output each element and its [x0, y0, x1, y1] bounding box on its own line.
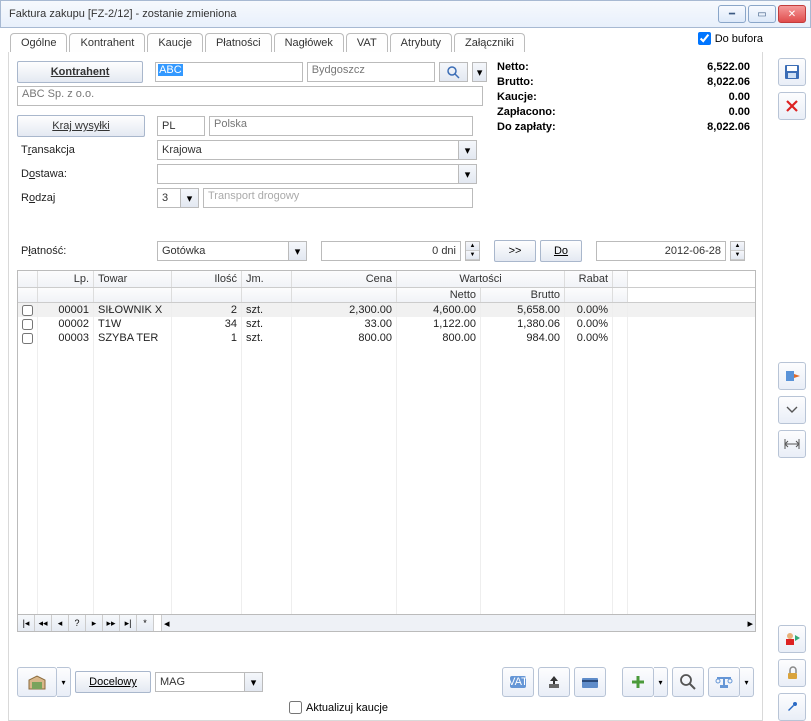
- resize-width-icon[interactable]: [778, 430, 806, 458]
- col-netto[interactable]: Netto: [397, 288, 481, 302]
- add-dropdown[interactable]: ▾: [654, 667, 668, 697]
- country-name: Polska: [209, 116, 473, 136]
- dostawa-label: Dostawa:: [17, 168, 145, 180]
- scale-dropdown[interactable]: ▾: [740, 667, 754, 697]
- brutto-label: Brutto:: [497, 75, 534, 90]
- pin-icon[interactable]: [778, 693, 806, 721]
- tab-ogolne[interactable]: Ogólne: [10, 33, 67, 52]
- warehouse-dropdown[interactable]: ▾: [57, 667, 71, 697]
- table-row[interactable]: 00001 SIŁOWNIK X 2 szt. 2,300.00 4,600.0…: [18, 303, 755, 317]
- card-icon[interactable]: [574, 667, 606, 697]
- minimize-button[interactable]: ━: [718, 5, 746, 23]
- maximize-button[interactable]: ▭: [748, 5, 776, 23]
- dni-input[interactable]: [321, 241, 461, 261]
- vat-icon[interactable]: VAT: [502, 667, 534, 697]
- nav-prev-icon[interactable]: ◂: [52, 615, 69, 631]
- dropdown-action-icon[interactable]: [778, 396, 806, 424]
- window-title: Faktura zakupu [FZ-2/12] - zostanie zmie…: [9, 8, 718, 20]
- netto-label: Netto:: [497, 60, 529, 75]
- col-jm[interactable]: Jm.: [242, 271, 292, 287]
- delete-icon[interactable]: [778, 92, 806, 120]
- row-checkbox[interactable]: [22, 305, 33, 316]
- row-checkbox[interactable]: [22, 319, 33, 330]
- zaplacono-label: Zapłacono:: [497, 105, 556, 120]
- platnosc-select[interactable]: Gotówka▾: [157, 241, 307, 261]
- platnosc-label: Płatność:: [17, 245, 145, 257]
- tab-naglowek[interactable]: Nagłówek: [274, 33, 344, 52]
- col-brutto[interactable]: Brutto: [481, 288, 565, 302]
- close-button[interactable]: ✕: [778, 5, 806, 23]
- dni-spinner[interactable]: ▲▼: [465, 241, 480, 261]
- lock-icon[interactable]: [778, 659, 806, 687]
- do-bufora-checkbox[interactable]: Do bufora: [698, 32, 763, 45]
- nav-next-icon[interactable]: ▸: [86, 615, 103, 631]
- kontrahent-button[interactable]: Kontrahent: [17, 61, 143, 83]
- do-zaplaty-value: 8,022.06: [707, 120, 750, 135]
- company-name: ABC Sp. z o.o.: [17, 86, 483, 106]
- svg-text:VAT: VAT: [509, 676, 527, 688]
- do-button[interactable]: Do: [540, 240, 582, 262]
- col-rabat[interactable]: Rabat: [565, 271, 613, 287]
- add-icon[interactable]: [622, 667, 654, 697]
- date-spinner[interactable]: ▲▼: [730, 241, 745, 261]
- rodzaj-desc: Transport drogowy: [203, 188, 473, 208]
- nav-next-page-icon[interactable]: ▸▸: [103, 615, 120, 631]
- tab-vat[interactable]: VAT: [346, 33, 388, 52]
- col-wartosci[interactable]: Wartości: [397, 271, 565, 287]
- kaucje-value: 0.00: [729, 90, 750, 105]
- row-checkbox[interactable]: [22, 333, 33, 344]
- mag-select[interactable]: MAG▾: [155, 672, 263, 692]
- nav-prev-page-icon[interactable]: ◂◂: [35, 615, 52, 631]
- do-zaplaty-label: Do zapłaty:: [497, 120, 556, 135]
- zoom-icon[interactable]: [672, 667, 704, 697]
- kontrahent-code-input[interactable]: ABC: [155, 62, 303, 82]
- save-icon[interactable]: [778, 58, 806, 86]
- col-cena[interactable]: Cena: [292, 271, 397, 287]
- person-icon[interactable]: [778, 625, 806, 653]
- kaucje-label: Kaucje:: [497, 90, 537, 105]
- kontrahent-city: Bydgoszcz: [307, 62, 435, 82]
- country-code-input[interactable]: [157, 116, 205, 136]
- nav-refresh-icon[interactable]: *: [137, 615, 154, 631]
- col-ilosc[interactable]: Ilość: [172, 271, 242, 287]
- nav-last-icon[interactable]: ▸|: [120, 615, 137, 631]
- forward-button[interactable]: >>: [494, 240, 536, 262]
- tab-atrybuty[interactable]: Atrybuty: [390, 33, 452, 52]
- warehouse-icon[interactable]: [17, 667, 57, 697]
- aktualizuj-checkbox[interactable]: Aktualizuj kaucje: [289, 701, 388, 714]
- kontrahent-dropdown[interactable]: ▾: [472, 62, 487, 82]
- rodzaj-select[interactable]: 3▾: [157, 188, 199, 208]
- rodzaj-label: Rodzaj: [17, 192, 145, 204]
- date-input[interactable]: [596, 241, 726, 261]
- zaplacono-value: 0.00: [729, 105, 750, 120]
- col-lp[interactable]: Lp.: [38, 271, 94, 287]
- nav-first-icon[interactable]: |◂: [18, 615, 35, 631]
- tab-kaucje[interactable]: Kaucje: [147, 33, 203, 52]
- tab-platnosci[interactable]: Płatności: [205, 33, 272, 52]
- transakcja-select[interactable]: Krajowa▾: [157, 140, 477, 160]
- tab-kontrahent[interactable]: Kontrahent: [69, 33, 145, 52]
- dostawa-select[interactable]: ▾: [157, 164, 477, 184]
- transakcja-label: Transakcja: [17, 144, 145, 156]
- netto-value: 6,522.00: [707, 60, 750, 75]
- table-row[interactable]: 00003 SZYBA TER 1 szt. 800.00 800.00 984…: [18, 331, 755, 345]
- grid-nav-bar[interactable]: |◂ ◂◂ ◂ ? ▸ ▸▸ ▸| * ◂▸: [17, 615, 756, 632]
- nav-help-icon[interactable]: ?: [69, 615, 86, 631]
- upload-icon[interactable]: [538, 667, 570, 697]
- docelowy-button[interactable]: Docelowy: [75, 671, 151, 693]
- kraj-wysylki-button[interactable]: Kraj wysyłki: [17, 115, 145, 137]
- scale-icon[interactable]: [708, 667, 740, 697]
- export-icon[interactable]: [778, 362, 806, 390]
- col-towar[interactable]: Towar: [94, 271, 172, 287]
- search-icon[interactable]: [439, 62, 469, 82]
- table-row[interactable]: 00002 T1W 34 szt. 33.00 1,122.00 1,380.0…: [18, 317, 755, 331]
- brutto-value: 8,022.06: [707, 75, 750, 90]
- tab-zalaczniki[interactable]: Załączniki: [454, 33, 525, 52]
